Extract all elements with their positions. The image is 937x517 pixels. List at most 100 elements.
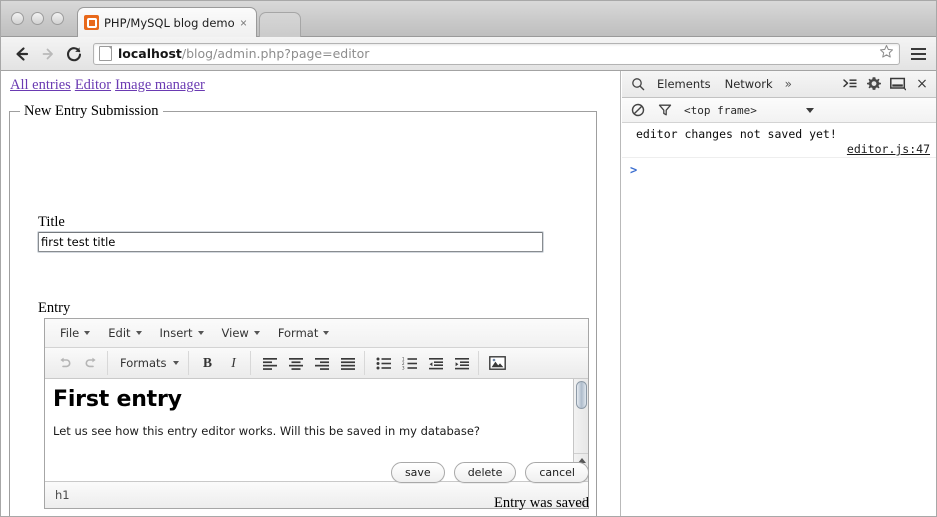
menu-edit[interactable]: Edit bbox=[99, 323, 150, 343]
editor-document[interactable]: First entry Let us see how this entry ed… bbox=[45, 379, 573, 470]
indent-icon bbox=[454, 357, 469, 369]
insert-image-button[interactable] bbox=[485, 352, 511, 374]
bold-button[interactable]: B bbox=[195, 352, 221, 374]
nav-link-editor[interactable]: Editor bbox=[75, 77, 111, 93]
page-document-icon bbox=[99, 46, 112, 61]
nav-link-all-entries[interactable]: All entries bbox=[10, 77, 71, 93]
align-right-icon bbox=[314, 357, 329, 370]
search-icon[interactable] bbox=[628, 74, 648, 94]
tab-title: PHP/MySQL blog demo bbox=[104, 15, 235, 30]
align-right-button[interactable] bbox=[309, 352, 335, 374]
menu-edit-label: Edit bbox=[108, 326, 131, 340]
console-prompt[interactable]: > bbox=[622, 158, 936, 177]
url-path: /blog/admin.php?page=editor bbox=[181, 46, 370, 61]
console-output: editor changes not saved yet! editor.js:… bbox=[622, 123, 936, 516]
menu-file-label: File bbox=[60, 326, 80, 340]
tab-network[interactable]: Network bbox=[720, 77, 778, 91]
align-center-button[interactable] bbox=[283, 352, 309, 374]
image-icon bbox=[489, 356, 506, 370]
scrollbar-thumb[interactable] bbox=[576, 381, 587, 409]
tab-elements[interactable]: Elements bbox=[652, 77, 716, 91]
chevron-down-icon[interactable] bbox=[805, 107, 814, 113]
web-page: All entries Editor Image manager New Entry… bbox=[1, 71, 621, 516]
chevron-down-icon bbox=[253, 331, 260, 335]
toolbar-group-align bbox=[254, 351, 365, 375]
menu-format[interactable]: Format bbox=[269, 323, 339, 343]
save-button[interactable]: save bbox=[390, 462, 445, 483]
formats-label: Formats bbox=[120, 356, 167, 370]
new-tab-button[interactable] bbox=[259, 12, 301, 37]
chevron-down-icon bbox=[172, 361, 179, 365]
forward-button[interactable] bbox=[35, 41, 61, 67]
more-tabs-icon[interactable]: » bbox=[782, 77, 795, 91]
toolbar-group-lists: 1 2 3 bbox=[368, 351, 479, 375]
redo-icon bbox=[85, 357, 96, 368]
url-host: localhost bbox=[118, 46, 182, 61]
url-text: localhost/blog/admin.php?page=editor bbox=[118, 46, 875, 61]
fieldset-legend: New Entry Submission bbox=[24, 103, 159, 119]
bullet-list-icon bbox=[376, 357, 391, 369]
toolbar-group-history bbox=[49, 351, 108, 375]
italic-button[interactable]: I bbox=[221, 352, 247, 374]
php-mysql-favicon-icon bbox=[84, 15, 99, 30]
filter-icon[interactable] bbox=[655, 100, 675, 120]
formats-dropdown[interactable]: Formats bbox=[114, 352, 185, 374]
dock-side-icon[interactable] bbox=[888, 74, 908, 94]
align-justify-button[interactable] bbox=[335, 352, 361, 374]
undo-button[interactable] bbox=[52, 352, 78, 374]
menu-insert[interactable]: Insert bbox=[151, 323, 213, 343]
svg-text:3: 3 bbox=[402, 365, 405, 369]
address-bar[interactable]: localhost/blog/admin.php?page=editor bbox=[93, 42, 900, 65]
numbered-list-button[interactable]: 1 2 3 bbox=[397, 352, 423, 374]
title-label: Title bbox=[38, 214, 65, 230]
window-controls[interactable] bbox=[11, 12, 64, 25]
undo-icon bbox=[60, 357, 71, 368]
close-tab-icon[interactable]: × bbox=[237, 17, 250, 29]
hamburger-icon-line bbox=[910, 52, 926, 55]
align-justify-icon bbox=[340, 357, 355, 370]
menu-format-label: Format bbox=[277, 326, 319, 340]
menu-insert-label: Insert bbox=[159, 326, 193, 340]
align-left-icon bbox=[262, 357, 277, 370]
chevron-down-icon bbox=[84, 331, 91, 335]
menu-view[interactable]: View bbox=[213, 323, 269, 343]
minimize-window-button[interactable] bbox=[31, 12, 44, 25]
indent-button[interactable] bbox=[449, 352, 475, 374]
gear-icon[interactable] bbox=[864, 74, 884, 94]
arrow-left-icon bbox=[16, 46, 29, 61]
console-drawer-icon[interactable] bbox=[840, 74, 860, 94]
align-left-button[interactable] bbox=[257, 352, 283, 374]
toolbar-group-insert bbox=[482, 351, 514, 375]
browser-viewport: All entries Editor Image manager New Entry… bbox=[1, 71, 936, 516]
console-message-text: editor changes not saved yet! bbox=[636, 127, 837, 141]
close-window-button[interactable] bbox=[11, 12, 24, 25]
toolbar-group-style: B I bbox=[192, 351, 251, 375]
browser-tab[interactable]: PHP/MySQL blog demo × bbox=[77, 7, 257, 37]
devtools-console-filterbar: <top frame> bbox=[622, 98, 936, 123]
chevron-down-icon bbox=[197, 331, 204, 335]
frame-selector[interactable]: <top frame> bbox=[684, 104, 757, 117]
bullet-list-button[interactable] bbox=[371, 352, 397, 374]
delete-button[interactable]: delete bbox=[453, 462, 517, 483]
arrow-right-icon bbox=[42, 48, 53, 59]
console-source-link[interactable]: editor.js:47 bbox=[847, 142, 930, 156]
entry-label: Entry bbox=[38, 300, 71, 316]
new-entry-fieldset: New Entry Submission Title Entry File Ed… bbox=[9, 103, 597, 516]
align-center-icon bbox=[288, 357, 303, 370]
outdent-button[interactable] bbox=[423, 352, 449, 374]
reload-icon bbox=[66, 46, 82, 61]
editor-menubar: File Edit Insert View Format bbox=[45, 319, 588, 348]
tab-strip: PHP/MySQL blog demo × bbox=[1, 1, 936, 37]
chrome-menu-button[interactable] bbox=[906, 42, 930, 66]
menu-file[interactable]: File bbox=[51, 323, 99, 343]
bookmark-star-icon[interactable] bbox=[879, 44, 894, 64]
back-button[interactable] bbox=[9, 41, 35, 67]
cancel-button[interactable]: cancel bbox=[525, 462, 589, 483]
reload-button[interactable] bbox=[61, 41, 87, 67]
maximize-window-button[interactable] bbox=[51, 12, 64, 25]
clear-console-icon[interactable] bbox=[628, 100, 648, 120]
nav-link-image-manager[interactable]: Image manager bbox=[115, 77, 205, 93]
close-devtools-icon[interactable]: × bbox=[912, 74, 932, 94]
redo-button[interactable] bbox=[78, 352, 104, 374]
title-input[interactable] bbox=[38, 232, 543, 252]
